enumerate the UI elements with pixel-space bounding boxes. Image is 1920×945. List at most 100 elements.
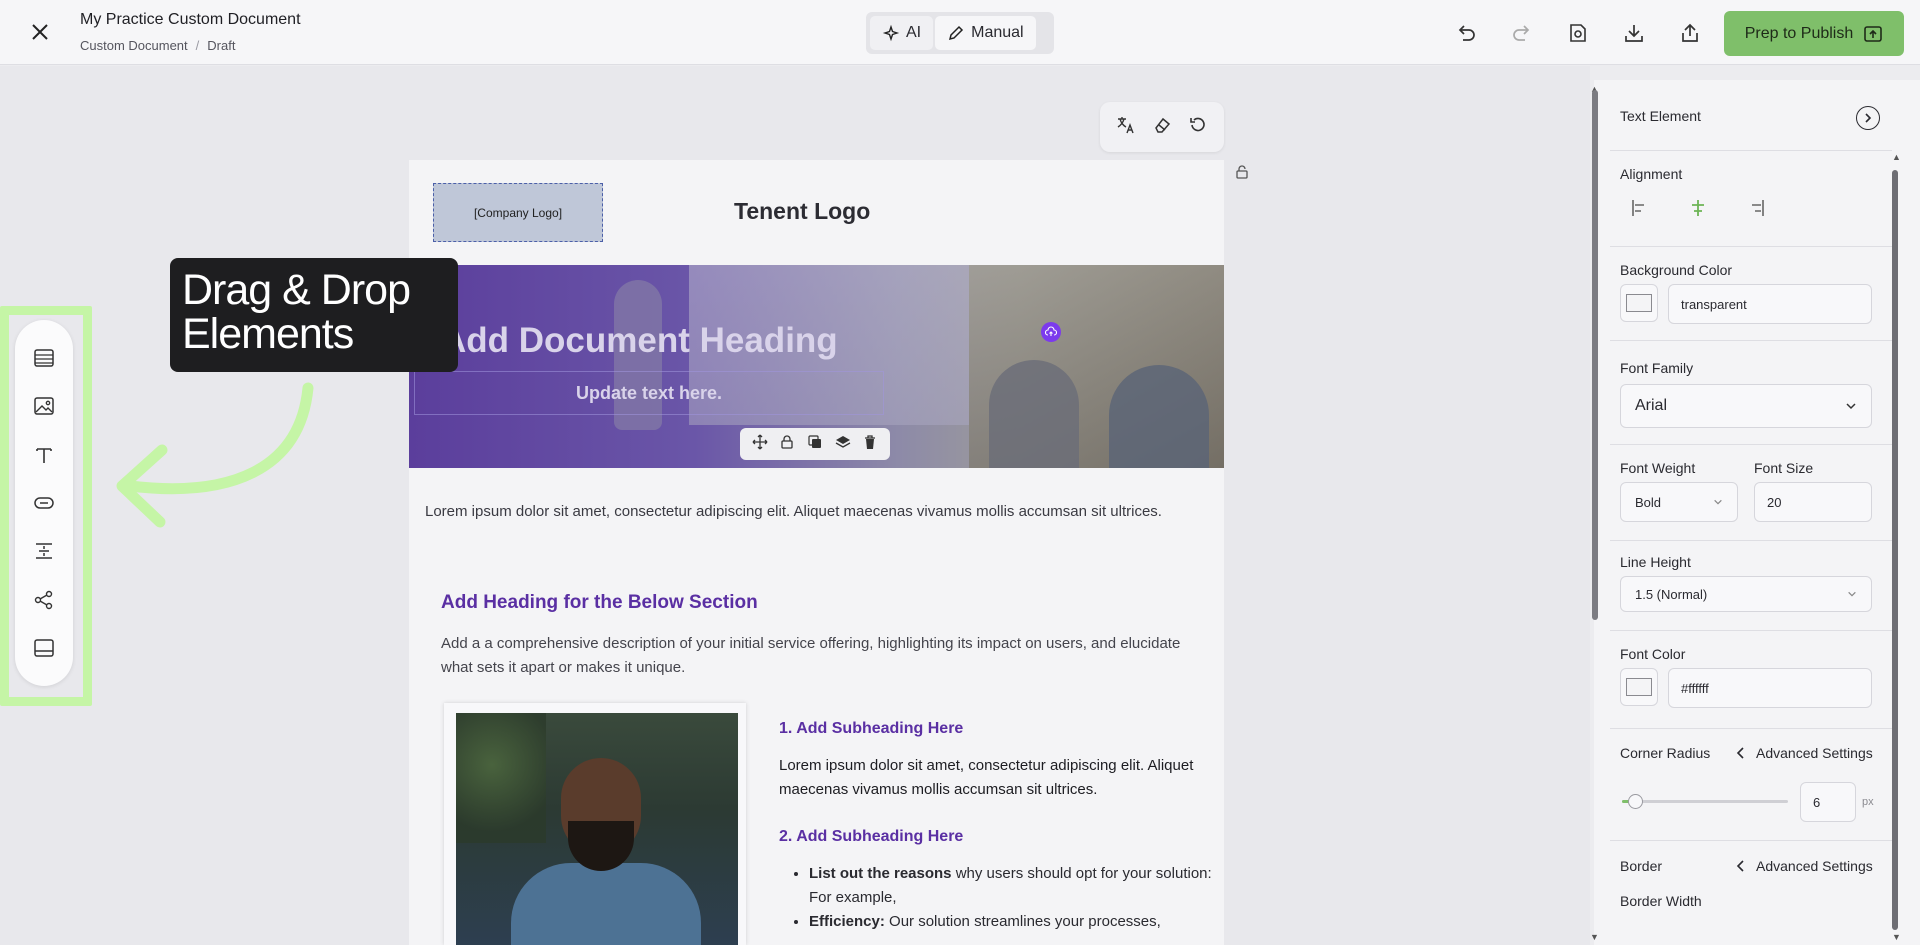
- font-size-label: Font Size: [1754, 460, 1814, 476]
- redo-icon[interactable]: [1509, 20, 1535, 46]
- footer-icon[interactable]: [31, 635, 57, 661]
- lock-icon[interactable]: [779, 434, 795, 455]
- spacer-icon[interactable]: [31, 538, 57, 564]
- hero-heading[interactable]: Add Document Heading: [441, 321, 838, 361]
- font-weight-value: Bold: [1635, 494, 1662, 510]
- divider: [1610, 150, 1892, 151]
- hero-subtext[interactable]: Update text here.: [414, 371, 884, 415]
- sparkle-icon: [882, 24, 900, 42]
- reset-icon[interactable]: [1188, 115, 1208, 140]
- subheading-1-text[interactable]: Lorem ipsum dolor sit amet, consectetur …: [779, 754, 1209, 802]
- element-toolbar: [740, 428, 890, 460]
- line-height-select[interactable]: 1.5 (Normal): [1620, 576, 1872, 612]
- corner-radius-slider-track[interactable]: [1622, 800, 1788, 803]
- share-icon[interactable]: [1677, 20, 1703, 46]
- alignment-label: Alignment: [1620, 166, 1683, 182]
- font-color-input[interactable]: #ffffff: [1668, 668, 1872, 708]
- line-height-label: Line Height: [1620, 554, 1691, 570]
- font-color-swatch[interactable]: [1620, 668, 1658, 706]
- corner-radius-advanced-settings[interactable]: Advanced Settings: [1736, 745, 1873, 761]
- corner-radius-slider-handle[interactable]: [1628, 794, 1643, 809]
- publish-icon: [1864, 25, 1883, 42]
- translate-icon[interactable]: [1116, 115, 1136, 140]
- prep-to-publish-button[interactable]: Prep to Publish: [1724, 11, 1904, 56]
- subheading-2[interactable]: 2. Add Subheading Here: [779, 828, 963, 846]
- divider: [1610, 840, 1892, 841]
- scroll-down-icon[interactable]: ▼: [1892, 932, 1901, 942]
- panel-scrollbar[interactable]: [1892, 170, 1898, 930]
- share-icon[interactable]: [31, 587, 57, 613]
- corner-radius-input[interactable]: 6: [1800, 782, 1856, 822]
- document-page: [Company Logo] Tenent Logo Add Document …: [409, 160, 1224, 945]
- align-left-icon[interactable]: [1630, 198, 1650, 223]
- breadcrumb-item: Draft: [207, 38, 236, 53]
- font-weight-label: Font Weight: [1620, 460, 1696, 476]
- undo-icon[interactable]: [1453, 20, 1479, 46]
- image-icon[interactable]: [31, 393, 57, 419]
- download-icon[interactable]: [1621, 20, 1647, 46]
- font-weight-select[interactable]: Bold: [1620, 482, 1738, 522]
- hero-image-person: [989, 360, 1079, 468]
- image-frame[interactable]: [444, 703, 746, 945]
- scroll-up-icon[interactable]: ▲: [1892, 152, 1901, 162]
- button-icon[interactable]: [31, 490, 57, 516]
- drag-drop-callout: Drag & Drop Elements: [170, 258, 458, 372]
- section-heading[interactable]: Add Heading for the Below Section: [441, 592, 758, 614]
- close-icon[interactable]: [28, 20, 52, 44]
- mode-manual-button[interactable]: Manual: [935, 16, 1036, 50]
- list-item: List out the reasons why users should op…: [809, 862, 1213, 910]
- divider: [1610, 540, 1892, 541]
- scroll-down-icon[interactable]: ▼: [1590, 932, 1599, 942]
- border-advanced-settings[interactable]: Advanced Settings: [1736, 858, 1873, 874]
- tenant-logo[interactable]: Tenent Logo: [734, 198, 870, 225]
- intro-paragraph[interactable]: Lorem ipsum dolor sit amet, consectetur …: [425, 500, 1205, 524]
- chevron-down-icon: [1848, 591, 1856, 597]
- border-label: Border: [1620, 858, 1663, 874]
- callout-line-1: Drag & Drop: [182, 266, 411, 314]
- breadcrumb: Custom Document / Draft: [80, 38, 235, 53]
- chevron-right-icon[interactable]: [1856, 106, 1880, 130]
- duplicate-icon[interactable]: [807, 434, 823, 455]
- divider: [1610, 340, 1892, 341]
- section-description[interactable]: Add a a comprehensive description of you…: [441, 632, 1201, 680]
- pencil-icon: [949, 25, 964, 41]
- divider: [1610, 246, 1892, 247]
- publish-label: Prep to Publish: [1744, 24, 1854, 42]
- text-icon[interactable]: [31, 442, 57, 468]
- font-size-input[interactable]: 20: [1754, 482, 1872, 522]
- align-center-icon[interactable]: [1688, 198, 1708, 223]
- background-color-swatch[interactable]: [1620, 284, 1658, 322]
- background-color-label: Background Color: [1620, 262, 1733, 278]
- trash-icon[interactable]: [862, 434, 878, 455]
- border-width-label: Border Width: [1620, 893, 1702, 909]
- mode-ai-button[interactable]: AI: [870, 16, 934, 50]
- font-family-select[interactable]: Arial: [1620, 384, 1872, 428]
- table-icon[interactable]: [31, 345, 57, 371]
- list-item: Efficiency: Our solution streamlines you…: [809, 910, 1213, 934]
- unlock-icon[interactable]: [1234, 164, 1250, 185]
- move-icon[interactable]: [752, 434, 768, 455]
- font-family-label: Font Family: [1620, 360, 1694, 376]
- mode-manual-label: Manual: [971, 24, 1024, 41]
- photo-plant: [456, 713, 546, 843]
- elements-toolbar: [15, 320, 73, 686]
- eraser-icon[interactable]: [1152, 115, 1172, 140]
- hero-banner[interactable]: Add Document Heading Update text here.: [409, 265, 1224, 468]
- background-color-input[interactable]: transparent: [1668, 284, 1872, 324]
- preview-icon[interactable]: [1565, 20, 1591, 46]
- company-logo-placeholder[interactable]: [Company Logo]: [433, 183, 603, 242]
- reasons-list[interactable]: List out the reasons why users should op…: [793, 862, 1213, 934]
- align-right-icon[interactable]: [1746, 198, 1766, 223]
- subheading-1[interactable]: 1. Add Subheading Here: [779, 720, 963, 738]
- mode-ai-label: AI: [906, 24, 922, 41]
- document-title: My Practice Custom Document: [80, 11, 301, 28]
- advanced-settings-label: Advanced Settings: [1756, 745, 1873, 761]
- chevron-left-icon: [1736, 860, 1744, 872]
- alignment-options: [1630, 198, 1766, 223]
- chevron-left-icon: [1736, 747, 1744, 759]
- breadcrumb-item[interactable]: Custom Document: [80, 38, 188, 53]
- upload-cloud-icon[interactable]: [1041, 322, 1061, 342]
- panel-scrollbar[interactable]: [1592, 90, 1598, 620]
- layers-icon[interactable]: [835, 434, 851, 455]
- font-color-label: Font Color: [1620, 646, 1686, 662]
